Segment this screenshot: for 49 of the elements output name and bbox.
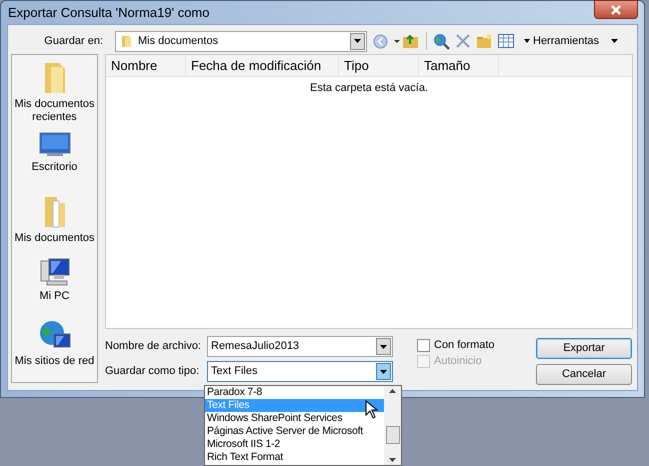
search-web-icon[interactable] <box>433 32 450 50</box>
save-in-label: Guardar en: <box>43 34 103 49</box>
window-title: Exportar Consulta 'Norma19' como <box>7 4 210 22</box>
folder-icon <box>120 34 134 48</box>
back-icon[interactable] <box>373 34 388 48</box>
views-icon[interactable] <box>498 34 514 48</box>
tools-menu-button[interactable]: Herramientas <box>524 32 600 50</box>
scroll-thumb[interactable] <box>386 426 400 444</box>
list-option[interactable]: Windows SharePoint Services <box>205 412 384 425</box>
monitor-icon <box>38 132 70 158</box>
computer-icon <box>38 257 70 288</box>
scroll-down-icon[interactable] <box>389 458 396 462</box>
place-item[interactable]: Mis documentos recientes <box>12 61 96 132</box>
file-name-field[interactable]: RemesaJulio2013 <box>207 336 393 357</box>
place-item[interactable]: Mis documentos <box>12 194 96 258</box>
dialog-button[interactable]: Exportar <box>536 338 632 359</box>
column-header[interactable]: Tamaño <box>419 55 499 76</box>
list-option[interactable]: Páginas Active Server de Microsoft <box>205 425 384 438</box>
column-header[interactable]: Fecha de modificación <box>186 55 339 76</box>
list-option[interactable]: Rich Text Format <box>205 451 384 464</box>
place-item[interactable]: Mi PC <box>12 257 96 320</box>
column-header[interactable]: Nombre <box>106 55 186 76</box>
close-button[interactable] <box>594 0 638 19</box>
checkbox-label: Con formato <box>434 338 495 353</box>
caret-icon <box>380 370 387 374</box>
caret-icon <box>611 39 618 43</box>
caret-icon <box>380 344 387 348</box>
column-header[interactable]: Tipo <box>339 55 419 76</box>
close-icon <box>611 4 621 14</box>
file-type-label: Guardar como tipo: <box>105 364 200 380</box>
up-folder-icon[interactable] <box>394 33 420 49</box>
list-option[interactable]: Microsoft IIS 1-2 <box>205 438 384 451</box>
scrollbar[interactable] <box>384 386 401 465</box>
file-type-dropdown[interactable]: Text Files <box>207 361 393 382</box>
cursor-icon <box>365 400 378 419</box>
place-item[interactable]: Mis sitios de red <box>12 320 96 382</box>
caret-icon <box>354 39 361 43</box>
delete-icon[interactable] <box>456 34 470 48</box>
place-item[interactable]: Escritorio <box>12 132 96 195</box>
empty-message: Esta carpeta está vacía. <box>310 81 428 96</box>
location-dropdown[interactable]: Mis documentos <box>115 30 367 52</box>
list-option[interactable]: Paradox 7-8 <box>205 386 384 399</box>
checkbox[interactable] <box>417 338 430 352</box>
scroll-up-icon[interactable] <box>389 389 396 393</box>
caret-icon <box>524 39 530 43</box>
file-name-label: Nombre de archivo: <box>105 339 202 354</box>
checkbox-label: Autoinicio <box>434 354 482 369</box>
new-folder-icon[interactable] <box>476 34 492 48</box>
dialog-button[interactable]: Cancelar <box>536 364 632 385</box>
